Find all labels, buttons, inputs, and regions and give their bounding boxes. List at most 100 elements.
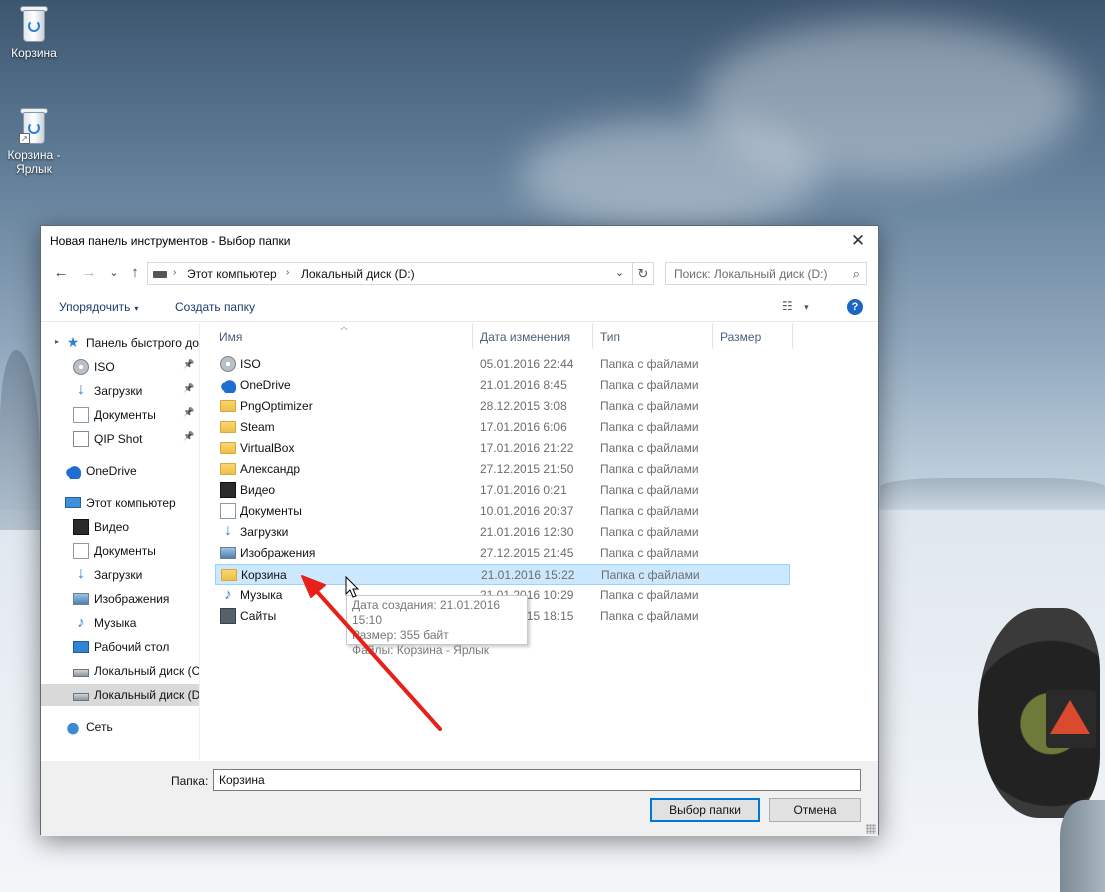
file-row[interactable]: Александр 27.12.2015 21:50 Папка с файлами [215,459,790,480]
recent-locations-button[interactable]: ⌄ [104,263,124,283]
file-row[interactable]: VirtualBox 17.01.2016 21:22 Папка с файлам… [215,438,790,459]
organize-button[interactable]: Упорядочить ▾ [59,300,138,314]
nav-item[interactable]: ↓ Загрузки [41,564,199,586]
new-folder-button[interactable]: Создать папку [175,300,255,314]
column-divider[interactable] [592,323,593,349]
file-name: ISO [240,357,261,371]
recycle-bin-icon [19,4,49,42]
column-divider[interactable] [712,323,713,349]
drive-icon [73,669,89,677]
column-divider[interactable] [792,323,793,349]
nav-item[interactable]: ♪ Музыка [41,612,199,634]
nav-item-label: Загрузки [94,568,143,582]
nav-item-label: OneDrive [86,464,137,478]
nav-item[interactable]: Документы [41,540,199,562]
nav-item[interactable]: QIP Shot 📌 [41,428,199,450]
file-row[interactable]: ↓ Загрузки 21.01.2016 12:30 Папка с файлами [215,522,790,543]
resize-grip[interactable] [866,824,876,834]
onedrive-icon [220,377,236,393]
nav-item[interactable]: Локальный диск (D [41,684,199,706]
folder-input[interactable] [213,769,861,791]
search-box[interactable]: Поиск: Локальный диск (D:) ⌕ [665,262,867,285]
select-folder-button[interactable]: Выбор папки [650,798,760,822]
address-dropdown-button[interactable]: ⌄ [615,266,624,279]
chevron-down-icon: ▾ [134,304,139,313]
nav-item[interactable]: OneDrive [41,460,199,482]
column-header-type[interactable]: Тип [600,330,620,344]
column-header-name[interactable]: Имя [219,330,242,344]
file-row[interactable]: Видео 17.01.2016 0:21 Папка с файлами [215,480,790,501]
video-icon [220,482,236,498]
nav-item[interactable]: Видео [41,516,199,538]
nav-item[interactable]: Рабочий стол [41,636,199,658]
downloads-icon: ↓ [224,522,232,539]
breadcrumb-drive-d[interactable]: Локальный диск (D:) [301,267,415,281]
warning-triangle [1050,700,1090,734]
back-button[interactable]: ← [51,263,71,283]
folder-icon [220,421,236,433]
help-button[interactable]: ? [847,299,863,315]
file-row[interactable]: ISO 05.01.2016 22:44 Папка с файлами [215,354,790,375]
file-date: 27.12.2015 21:45 [480,546,574,560]
address-bar[interactable]: › Этот компьютер › Локальный диск (D:) ⌄ [147,262,653,285]
tooltip-line: Размер: 355 байт [352,628,449,642]
command-bar: Упорядочить ▾ Создать папку ☷ ▾ ? [41,292,878,322]
file-name: Документы [240,504,302,518]
nav-item[interactable]: ▸ ★ Панель быстрого доступа [41,332,199,354]
sort-ascending-icon: ︿ [340,322,348,331]
navigation-bar: ← → ⌄ ↑ › Этот компьютер › Локальный дис… [41,256,878,288]
file-row[interactable]: Steam 17.01.2016 6:06 Папка с файлами [215,417,790,438]
pin-icon: 📌 [183,383,195,393]
cancel-button[interactable]: Отмена [769,798,861,822]
chevron-down-icon: ▾ [804,302,809,312]
pin-icon: 📌 [183,431,195,441]
navigation-pane: ▸★Панель быстрого доступаISO📌↓Загрузки📌Д… [41,323,200,761]
column-header-size[interactable]: Размер [720,330,761,344]
nav-item[interactable]: Этот компьютер [41,492,199,514]
file-date: 17.01.2016 21:22 [480,441,574,455]
music-icon: ♪ [77,614,85,631]
nav-item[interactable]: Локальный диск (С [41,660,199,682]
pin-icon: 📌 [183,359,195,369]
file-row[interactable]: Корзина 21.01.2016 15:22 Папка с файлами [215,564,790,585]
desktop-icon-recycle-bin-shortcut[interactable]: ↗ Корзина - Ярлык [2,106,66,176]
file-name: Steam [240,420,275,434]
file-row[interactable]: Изображения 27.12.2015 21:45 Папка с файла… [215,543,790,564]
file-row[interactable]: Документы 10.01.2016 20:37 Папка с файлами [215,501,790,522]
file-date: 21.01.2016 8:45 [480,378,567,392]
nav-item[interactable]: Документы 📌 [41,404,199,426]
nav-item-label: Загрузки [94,384,143,398]
nav-item-label: Видео [94,520,130,534]
close-button[interactable]: ✕ [838,226,878,256]
search-icon: ⌕ [852,266,860,281]
file-row[interactable]: PngOptimizer 28.12.2015 3:08 Папка с файла… [215,396,790,417]
nav-item[interactable]: ↓ Загрузки 📌 [41,380,199,402]
file-name: Изображения [240,546,316,560]
organize-label: Упорядочить [59,300,131,314]
nav-item[interactable]: Сеть [41,716,199,738]
file-type: Папка с файлами [600,399,699,413]
file-row[interactable]: OneDrive 21.01.2016 8:45 Папка с файлами [215,375,790,396]
expand-chevron-icon[interactable]: ▸ [55,337,59,346]
column-header-date[interactable]: Дата изменения [480,330,570,344]
file-name: VirtualBox [240,441,295,455]
file-name: Музыка [240,588,283,602]
desktop-icon-recycle-bin[interactable]: Корзина [2,4,66,60]
item-tooltip: Дата создания: 21.01.2016 15:10 Размер: … [346,595,528,657]
file-list: ︿ Имя Дата изменения Тип Размер ISO 05.01… [201,322,879,761]
nav-item[interactable]: Изображения [41,588,199,610]
nav-item-label: Рабочий стол [94,640,170,654]
up-button[interactable]: ↑ [125,263,145,283]
pictures-icon [73,593,89,605]
refresh-button[interactable]: ↻ [632,262,654,285]
nav-item-label: Этот компьютер [86,496,176,510]
folder-icon [220,400,236,412]
column-divider[interactable] [472,323,473,349]
breadcrumb-this-pc[interactable]: Этот компьютер [187,267,277,281]
recycle-bin-icon: ↗ [19,106,49,144]
breadcrumb-separator: › [173,267,177,278]
forward-button[interactable]: → [79,263,99,283]
view-options-button[interactable]: ☷ ▾ [782,299,822,317]
nav-item[interactable]: ISO 📌 [41,356,199,378]
pin-icon: 📌 [183,407,195,417]
